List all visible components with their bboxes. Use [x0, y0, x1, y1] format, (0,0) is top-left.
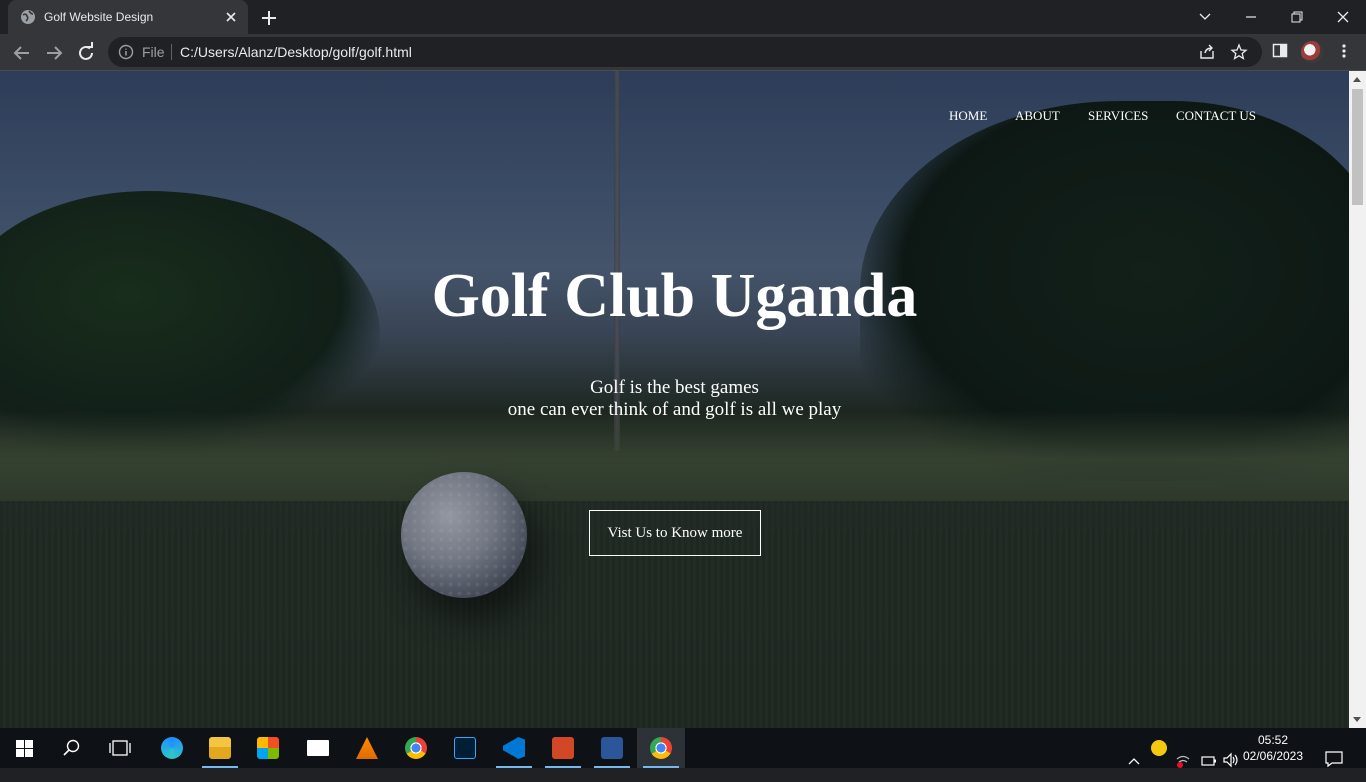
restore-button[interactable]	[1274, 0, 1320, 34]
omnibox-separator	[171, 44, 172, 60]
nav-services-link[interactable]: SERVICES	[1088, 108, 1148, 124]
taskbar-photoshop[interactable]	[441, 728, 489, 768]
battery-icon[interactable]	[1199, 741, 1217, 781]
hero-subtitle: Golf is the best games one can ever thin…	[0, 377, 1349, 421]
vscode-icon	[503, 737, 525, 759]
taskbar-chrome[interactable]	[392, 728, 440, 768]
taskbar-store[interactable]	[244, 728, 292, 768]
word-icon	[601, 737, 623, 759]
reload-icon[interactable]	[73, 40, 99, 66]
page-viewport: HOME ABOUT SERVICES CONTACT US Golf Club…	[0, 71, 1349, 728]
taskbar-powerpoint[interactable]	[539, 728, 587, 768]
close-window-button[interactable]	[1320, 0, 1366, 34]
scroll-thumb[interactable]	[1352, 89, 1363, 205]
store-icon	[257, 737, 279, 759]
tab-title: Golf Website Design	[44, 10, 154, 24]
powerpoint-icon	[552, 737, 574, 759]
share-icon[interactable]	[1198, 43, 1216, 61]
bookmark-star-icon[interactable]	[1230, 43, 1248, 61]
nav-about-link[interactable]: ABOUT	[1015, 108, 1060, 124]
info-icon[interactable]	[118, 44, 134, 60]
file-explorer-icon	[209, 737, 231, 759]
profile-avatar[interactable]	[1301, 41, 1323, 63]
address-bar[interactable]: File C:/Users/Alanz/Desktop/golf/golf.ht…	[108, 37, 1262, 67]
taskbar-clock[interactable]: 05:52 02/06/2023	[1240, 732, 1306, 764]
browser-tab[interactable]: Golf Website Design	[8, 0, 248, 34]
hero-subtitle-line-1: Golf is the best games	[590, 377, 759, 398]
tray-app-icon[interactable]	[1151, 740, 1167, 756]
chrome-active-icon	[650, 737, 672, 759]
close-tab-icon[interactable]	[222, 8, 240, 26]
tab-search-button[interactable]	[1182, 0, 1228, 34]
forward-arrow-icon[interactable]	[41, 40, 67, 66]
site-nav: HOME ABOUT SERVICES CONTACT US	[0, 108, 1349, 128]
windows-taskbar: 05:52 02/06/2023	[0, 728, 1366, 768]
visit-us-button[interactable]: Vist Us to Know more	[589, 510, 761, 556]
scroll-up-arrow-icon[interactable]	[1353, 77, 1361, 82]
windows-start-icon[interactable]	[16, 740, 33, 757]
tab-strip: Golf Website Design	[0, 0, 1366, 34]
task-view-icon[interactable]	[109, 740, 131, 756]
minimize-icon	[1246, 16, 1256, 18]
close-icon	[1337, 11, 1349, 23]
chevron-down-icon	[1199, 13, 1211, 20]
network-disconnected-icon[interactable]	[1175, 741, 1191, 781]
notifications-icon[interactable]	[1325, 739, 1343, 779]
more-options-icon[interactable]	[1340, 42, 1348, 60]
url-text[interactable]: C:/Users/Alanz/Desktop/golf/golf.html	[180, 44, 412, 60]
scroll-down-arrow-icon[interactable]	[1353, 717, 1361, 722]
clock-time: 05:52	[1257, 733, 1289, 747]
taskbar-chrome-active[interactable]	[637, 728, 685, 768]
edge-icon	[161, 737, 183, 759]
volume-icon[interactable]	[1222, 740, 1240, 780]
vlc-icon	[356, 737, 378, 759]
taskbar-file-explorer[interactable]	[196, 728, 244, 768]
taskbar-word[interactable]	[588, 728, 636, 768]
globe-icon	[21, 10, 35, 24]
clock-date: 02/06/2023	[1242, 749, 1304, 763]
chrome-icon	[405, 737, 427, 759]
back-arrow-icon[interactable]	[9, 40, 35, 66]
taskbar-vscode[interactable]	[490, 728, 538, 768]
nav-home-link[interactable]: HOME	[949, 108, 987, 124]
browser-toolbar: File C:/Users/Alanz/Desktop/golf/golf.ht…	[0, 34, 1366, 71]
new-tab-icon[interactable]	[258, 7, 280, 29]
page-scrollbar[interactable]	[1349, 71, 1366, 728]
taskbar-mail[interactable]	[294, 728, 342, 768]
url-scheme-label: File	[142, 44, 165, 60]
hero-subtitle-line-2: one can ever think of and golf is all we…	[507, 399, 842, 420]
mail-icon	[307, 740, 329, 756]
chevron-up-icon[interactable]	[1128, 742, 1140, 782]
nav-contact-link[interactable]: CONTACT US	[1176, 108, 1256, 124]
hero-title: Golf Club Uganda	[431, 262, 918, 330]
minimize-button[interactable]	[1228, 0, 1274, 34]
side-panel-icon[interactable]	[1272, 42, 1288, 60]
taskbar-edge[interactable]	[148, 728, 196, 768]
restore-icon	[1291, 11, 1303, 23]
photoshop-icon	[454, 737, 476, 759]
search-icon[interactable]	[63, 739, 81, 757]
taskbar-vlc[interactable]	[343, 728, 391, 768]
